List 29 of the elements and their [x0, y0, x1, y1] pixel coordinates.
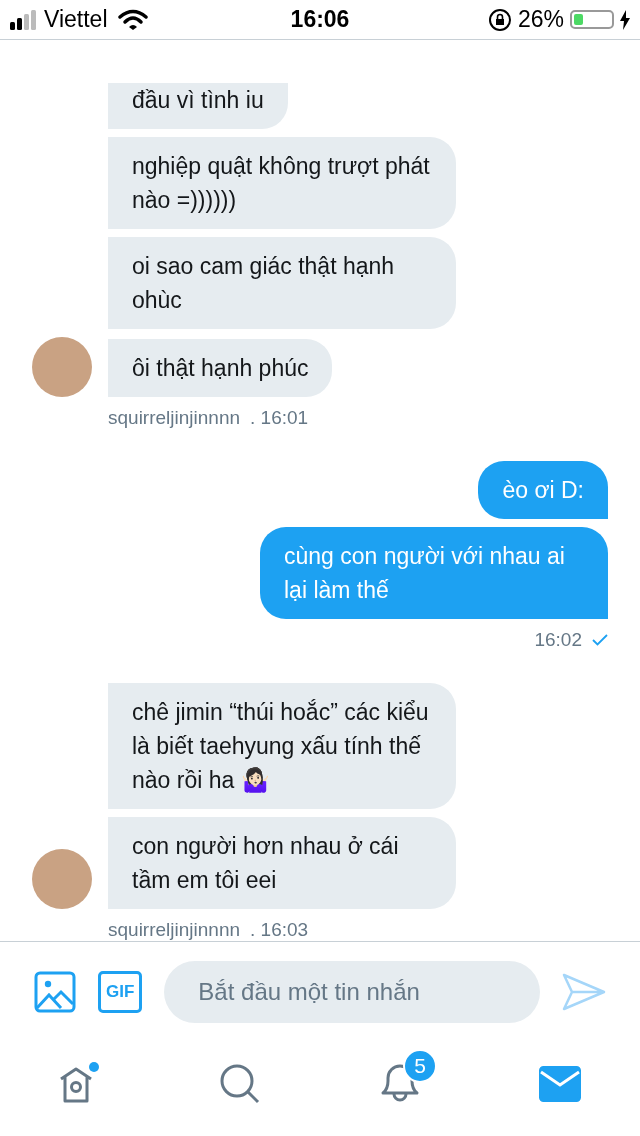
battery-percentage: 26% [517, 6, 564, 33]
message-bubble: nghiệp quật không trượt phát nào =)))))) [108, 137, 456, 229]
sender-name: squirreljinjinnnn [108, 919, 241, 941]
message-bubble: đầu vì tình iu [108, 83, 288, 129]
notification-count: 5 [403, 1048, 437, 1083]
image-icon[interactable] [34, 970, 76, 1013]
message-time: . 16:03 [250, 919, 309, 941]
message-bubble: con người hơn nhau ở cái tầm em tôi eei [108, 817, 456, 909]
avatar-photo[interactable] [32, 849, 92, 909]
message-bubble: ôi thật hạnh phúc [108, 339, 333, 397]
message-bubble: cùng con người với nhau ai lại làm thế [260, 527, 608, 619]
avatar-photo[interactable] [32, 337, 92, 397]
rotation-lock-icon [487, 7, 512, 32]
message-bubble: èo ơi D: [478, 461, 608, 519]
status-time: 16:06 [290, 6, 350, 33]
sender-name: squirreljinjinnnn [108, 407, 241, 429]
message-time: . 16:01 [250, 407, 309, 429]
message-input[interactable]: Bắt đầu một tin nhắn [164, 960, 540, 1023]
signal-icon [10, 9, 38, 30]
message-time: 16:02 [534, 629, 582, 651]
envelope-icon [539, 1065, 581, 1102]
search-icon [219, 1062, 261, 1105]
gif-button[interactable]: GIF [98, 970, 143, 1013]
send-icon[interactable] [562, 972, 606, 1011]
wifi-icon [117, 8, 148, 31]
message-bubble: oi sao cam giác thật hạnh ohùc [108, 237, 456, 329]
message-bubble: chê jimin “thúi hoắc” các kiểu là biết taehyung xấu tính thế nào rồi ha 🤷🏻‍♀ [108, 683, 456, 809]
carrier-name: Viettel [44, 6, 108, 33]
battery-icon [570, 10, 614, 29]
